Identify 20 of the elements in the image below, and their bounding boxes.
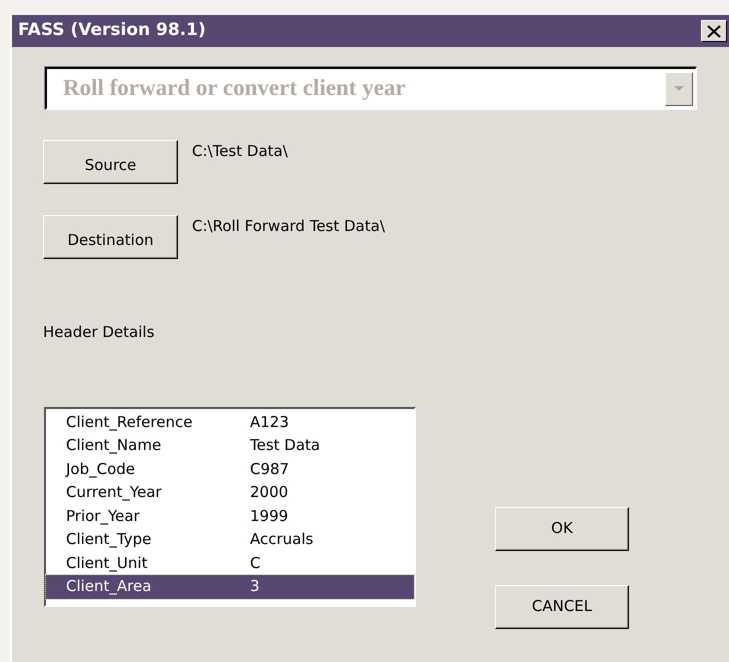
dropdown-arrow-icon	[674, 86, 684, 91]
list-item[interactable]: Client_Name Test Data	[46, 434, 414, 458]
destination-button[interactable]: Destination	[43, 215, 178, 259]
list-item[interactable]: Job_Code C987	[46, 458, 414, 481]
header-list[interactable]: Client_Reference A123 Client_Name Test Data Job_Code C987 Current_Year 2000 Prior_Year 1999 Client_Type Accruals Client_Unit C Client_Area 3	[44, 406, 416, 606]
list-item[interactable]: Current_Year 2000	[46, 481, 414, 504]
list-item[interactable]: Client_Unit C	[46, 552, 414, 575]
source-button[interactable]: Source	[43, 140, 178, 184]
close-icon	[707, 24, 721, 38]
header-details-label: Header Details	[43, 322, 156, 343]
list-item[interactable]: Prior_Year 1999	[46, 504, 414, 528]
path-text: C:\Test Data\	[192, 141, 288, 162]
window-title: FASS (Version 98.1)	[18, 19, 206, 42]
path-text: C:\Roll Forward Test Data\	[192, 216, 385, 237]
list-item[interactable]: Client_Area 3	[46, 575, 414, 598]
close-button[interactable]	[701, 20, 727, 42]
ok-button[interactable]: OK	[495, 506, 629, 550]
list-item[interactable]: Client_Reference A123	[46, 410, 414, 434]
list-item[interactable]: Client_Type Accruals	[46, 528, 414, 552]
cancel-button[interactable]: CANCEL	[495, 584, 629, 628]
